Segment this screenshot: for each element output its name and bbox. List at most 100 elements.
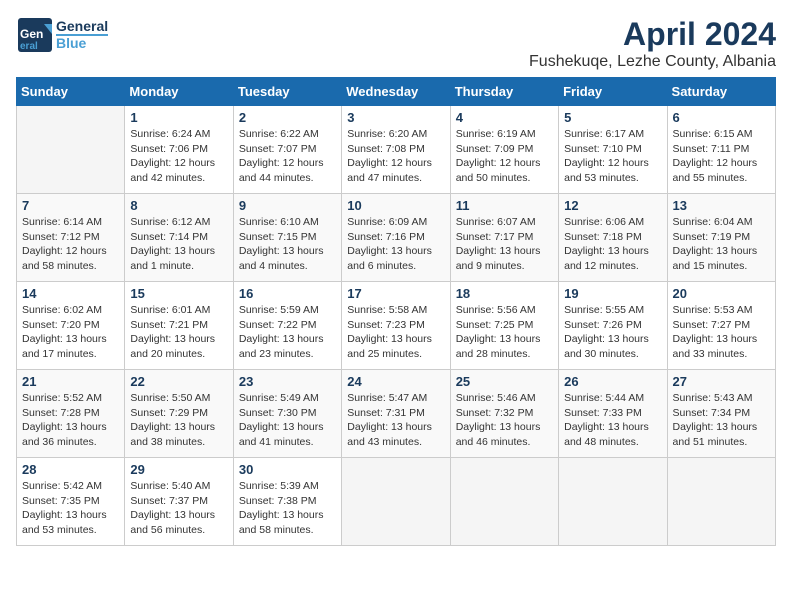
day-number: 10 — [347, 198, 444, 213]
calendar-cell: 13 Sunrise: 6:04 AM Sunset: 7:19 PM Dayli… — [667, 194, 775, 282]
calendar-week-2: 7 Sunrise: 6:14 AM Sunset: 7:12 PM Daylig… — [17, 194, 776, 282]
day-number: 20 — [673, 286, 770, 301]
day-info: Sunrise: 6:12 AM Sunset: 7:14 PM Dayligh… — [130, 215, 227, 274]
calendar-cell: 25 Sunrise: 5:46 AM Sunset: 7:32 PM Dayli… — [450, 370, 558, 458]
logo-blue: Blue — [56, 34, 108, 51]
day-number: 6 — [673, 110, 770, 125]
day-number: 13 — [673, 198, 770, 213]
day-info: Sunrise: 6:04 AM Sunset: 7:19 PM Dayligh… — [673, 215, 770, 274]
month-title: April 2024 — [529, 16, 776, 53]
day-info: Sunrise: 5:52 AM Sunset: 7:28 PM Dayligh… — [22, 391, 119, 450]
calendar-cell: 19Sunrise: 5:55 AM Sunset: 7:26 PM Dayli… — [559, 282, 667, 370]
calendar-cell: 21 Sunrise: 5:52 AM Sunset: 7:28 PM Dayli… — [17, 370, 125, 458]
weekday-header-saturday: Saturday — [667, 78, 775, 106]
calendar-cell: 12 Sunrise: 6:06 AM Sunset: 7:18 PM Dayli… — [559, 194, 667, 282]
day-info: Sunrise: 6:02 AM Sunset: 7:20 PM Dayligh… — [22, 303, 119, 362]
calendar-cell: 20 Sunrise: 5:53 AM Sunset: 7:27 PM Dayli… — [667, 282, 775, 370]
day-number: 22 — [130, 374, 227, 389]
day-info: Sunrise: 6:01 AM Sunset: 7:21 PM Dayligh… — [130, 303, 227, 362]
page-header: Gen eral General Blue April 2024 Fusheku… — [16, 16, 776, 71]
calendar-cell: 16 Sunrise: 5:59 AM Sunset: 7:22 PM Dayli… — [233, 282, 341, 370]
day-number: 11 — [456, 198, 553, 213]
day-info: Sunrise: 6:22 AM Sunset: 7:07 PM Dayligh… — [239, 127, 336, 186]
calendar-cell: 30 Sunrise: 5:39 AM Sunset: 7:38 PM Dayli… — [233, 458, 341, 546]
day-number: 9 — [239, 198, 336, 213]
weekday-header-wednesday: Wednesday — [342, 78, 450, 106]
calendar-cell: 8Sunrise: 6:12 AM Sunset: 7:14 PM Daylig… — [125, 194, 233, 282]
calendar-cell: 27 Sunrise: 5:43 AM Sunset: 7:34 PM Dayli… — [667, 370, 775, 458]
svg-text:eral: eral — [20, 41, 38, 52]
day-info: Sunrise: 5:55 AM Sunset: 7:26 PM Dayligh… — [564, 303, 661, 362]
day-info: Sunrise: 5:47 AM Sunset: 7:31 PM Dayligh… — [347, 391, 444, 450]
calendar-cell — [559, 458, 667, 546]
day-number: 16 — [239, 286, 336, 301]
day-number: 30 — [239, 462, 336, 477]
day-number: 23 — [239, 374, 336, 389]
calendar-cell: 29Sunrise: 5:40 AM Sunset: 7:37 PM Dayli… — [125, 458, 233, 546]
day-number: 24 — [347, 374, 444, 389]
day-info: Sunrise: 5:49 AM Sunset: 7:30 PM Dayligh… — [239, 391, 336, 450]
calendar-cell — [342, 458, 450, 546]
day-number: 21 — [22, 374, 119, 389]
day-info: Sunrise: 5:53 AM Sunset: 7:27 PM Dayligh… — [673, 303, 770, 362]
calendar-cell: 1Sunrise: 6:24 AM Sunset: 7:06 PM Daylig… — [125, 106, 233, 194]
day-number: 15 — [130, 286, 227, 301]
day-number: 17 — [347, 286, 444, 301]
day-number: 14 — [22, 286, 119, 301]
day-number: 5 — [564, 110, 661, 125]
calendar-week-5: 28Sunrise: 5:42 AM Sunset: 7:35 PM Dayli… — [17, 458, 776, 546]
calendar-cell: 28Sunrise: 5:42 AM Sunset: 7:35 PM Dayli… — [17, 458, 125, 546]
day-number: 2 — [239, 110, 336, 125]
weekday-header-thursday: Thursday — [450, 78, 558, 106]
calendar-cell: 14 Sunrise: 6:02 AM Sunset: 7:20 PM Dayli… — [17, 282, 125, 370]
calendar-cell: 10 Sunrise: 6:09 AM Sunset: 7:16 PM Dayli… — [342, 194, 450, 282]
day-info: Sunrise: 5:59 AM Sunset: 7:22 PM Dayligh… — [239, 303, 336, 362]
calendar-cell: 11Sunrise: 6:07 AM Sunset: 7:17 PM Dayli… — [450, 194, 558, 282]
calendar-week-1: 1Sunrise: 6:24 AM Sunset: 7:06 PM Daylig… — [17, 106, 776, 194]
calendar-cell: 9 Sunrise: 6:10 AM Sunset: 7:15 PM Daylig… — [233, 194, 341, 282]
calendar-cell — [17, 106, 125, 194]
logo: Gen eral General Blue — [16, 16, 108, 54]
day-number: 12 — [564, 198, 661, 213]
calendar-cell: 7 Sunrise: 6:14 AM Sunset: 7:12 PM Daylig… — [17, 194, 125, 282]
calendar-week-4: 21 Sunrise: 5:52 AM Sunset: 7:28 PM Dayli… — [17, 370, 776, 458]
calendar-cell: 24 Sunrise: 5:47 AM Sunset: 7:31 PM Dayli… — [342, 370, 450, 458]
weekday-header-row: SundayMondayTuesdayWednesdayThursdayFrid… — [17, 78, 776, 106]
day-number: 3 — [347, 110, 444, 125]
day-info: Sunrise: 6:10 AM Sunset: 7:15 PM Dayligh… — [239, 215, 336, 274]
day-info: Sunrise: 6:06 AM Sunset: 7:18 PM Dayligh… — [564, 215, 661, 274]
day-info: Sunrise: 5:46 AM Sunset: 7:32 PM Dayligh… — [456, 391, 553, 450]
calendar-cell — [667, 458, 775, 546]
weekday-header-friday: Friday — [559, 78, 667, 106]
day-number: 7 — [22, 198, 119, 213]
day-info: Sunrise: 5:39 AM Sunset: 7:38 PM Dayligh… — [239, 479, 336, 538]
day-number: 4 — [456, 110, 553, 125]
day-info: Sunrise: 5:43 AM Sunset: 7:34 PM Dayligh… — [673, 391, 770, 450]
day-info: Sunrise: 5:44 AM Sunset: 7:33 PM Dayligh… — [564, 391, 661, 450]
calendar-cell — [450, 458, 558, 546]
calendar-cell: 2 Sunrise: 6:22 AM Sunset: 7:07 PM Daylig… — [233, 106, 341, 194]
day-info: Sunrise: 5:58 AM Sunset: 7:23 PM Dayligh… — [347, 303, 444, 362]
day-number: 1 — [130, 110, 227, 125]
title-area: April 2024 Fushekuqe, Lezhe County, Alba… — [529, 16, 776, 71]
day-number: 25 — [456, 374, 553, 389]
calendar-table: SundayMondayTuesdayWednesdayThursdayFrid… — [16, 77, 776, 546]
day-info: Sunrise: 6:09 AM Sunset: 7:16 PM Dayligh… — [347, 215, 444, 274]
calendar-cell: 23 Sunrise: 5:49 AM Sunset: 7:30 PM Dayli… — [233, 370, 341, 458]
day-info: Sunrise: 6:15 AM Sunset: 7:11 PM Dayligh… — [673, 127, 770, 186]
calendar-cell: 3Sunrise: 6:20 AM Sunset: 7:08 PM Daylig… — [342, 106, 450, 194]
svg-text:Gen: Gen — [20, 27, 43, 41]
calendar-cell: 5Sunrise: 6:17 AM Sunset: 7:10 PM Daylig… — [559, 106, 667, 194]
day-number: 26 — [564, 374, 661, 389]
location-title: Fushekuqe, Lezhe County, Albania — [529, 53, 776, 71]
day-info: Sunrise: 6:14 AM Sunset: 7:12 PM Dayligh… — [22, 215, 119, 274]
calendar-cell: 4 Sunrise: 6:19 AM Sunset: 7:09 PM Daylig… — [450, 106, 558, 194]
day-info: Sunrise: 6:19 AM Sunset: 7:09 PM Dayligh… — [456, 127, 553, 186]
weekday-header-tuesday: Tuesday — [233, 78, 341, 106]
day-info: Sunrise: 5:56 AM Sunset: 7:25 PM Dayligh… — [456, 303, 553, 362]
calendar-cell: 22Sunrise: 5:50 AM Sunset: 7:29 PM Dayli… — [125, 370, 233, 458]
calendar-cell: 15 Sunrise: 6:01 AM Sunset: 7:21 PM Dayli… — [125, 282, 233, 370]
logo-general: General — [56, 19, 108, 34]
day-number: 28 — [22, 462, 119, 477]
day-number: 27 — [673, 374, 770, 389]
